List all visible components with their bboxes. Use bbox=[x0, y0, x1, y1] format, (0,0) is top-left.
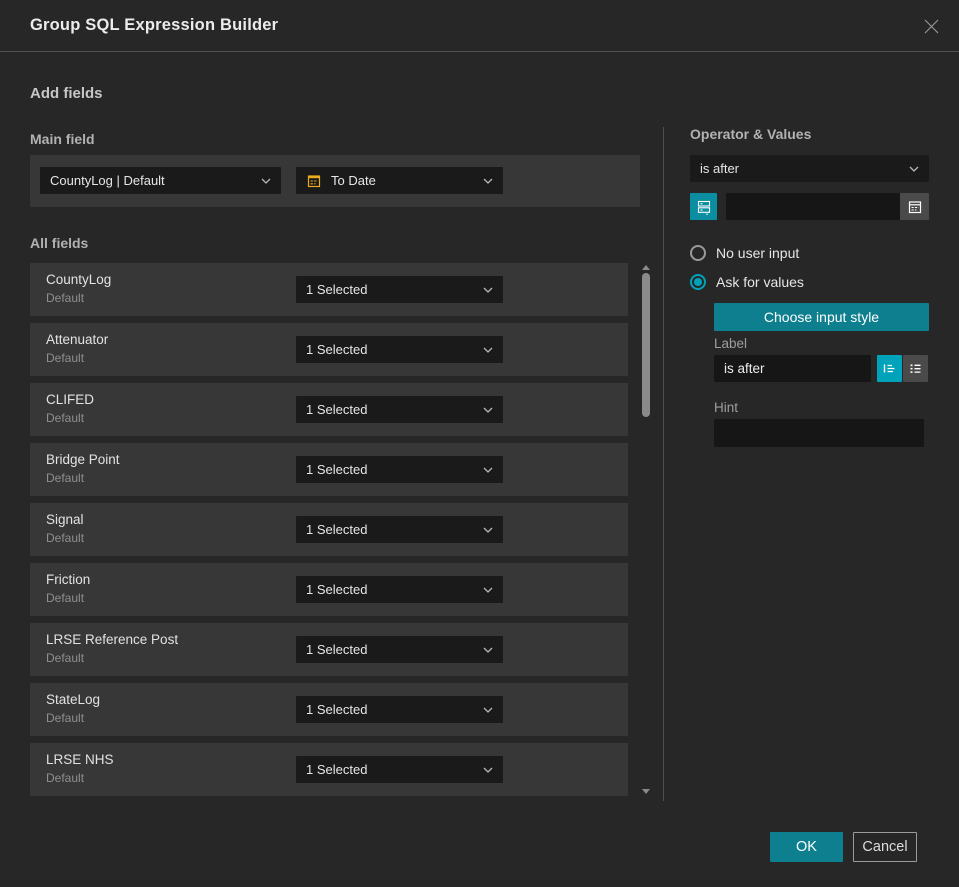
field-row: LRSE NHS Default 1 Selected bbox=[30, 743, 628, 796]
date-picker-button[interactable] bbox=[900, 193, 929, 220]
calendar-icon bbox=[306, 173, 322, 189]
chevron-down-icon bbox=[483, 767, 493, 773]
single-value-style-icon bbox=[883, 364, 895, 373]
chevron-down-icon bbox=[483, 347, 493, 353]
field-selection-value: 1 Selected bbox=[306, 702, 368, 717]
cancel-button[interactable]: Cancel bbox=[853, 832, 917, 862]
group-sql-expression-builder-dialog: Group SQL Expression Builder Add fields … bbox=[0, 0, 959, 887]
radio-label: Ask for values bbox=[716, 274, 804, 290]
field-row: StateLog Default 1 Selected bbox=[30, 683, 628, 736]
main-field-dropdown[interactable]: CountyLog | Default bbox=[40, 167, 281, 194]
field-row: LRSE Reference Post Default 1 Selected bbox=[30, 623, 628, 676]
field-selection-value: 1 Selected bbox=[306, 762, 368, 777]
radio-icon bbox=[690, 274, 706, 290]
chevron-down-icon bbox=[483, 467, 493, 473]
chevron-down-icon bbox=[483, 178, 493, 184]
operator-values-heading: Operator & Values bbox=[690, 126, 812, 142]
field-row: Friction Default 1 Selected bbox=[30, 563, 628, 616]
field-selection-value: 1 Selected bbox=[306, 402, 368, 417]
field-row: Attenuator Default 1 Selected bbox=[30, 323, 628, 376]
field-selection-dropdown[interactable]: 1 Selected bbox=[296, 396, 503, 423]
value-source-button[interactable] bbox=[690, 193, 717, 220]
field-row: CountyLog Default 1 Selected bbox=[30, 263, 628, 316]
field-selection-value: 1 Selected bbox=[306, 642, 368, 657]
radio-ask-for-values[interactable]: Ask for values bbox=[690, 274, 804, 290]
chevron-down-icon bbox=[909, 166, 919, 172]
field-selection-dropdown[interactable]: 1 Selected bbox=[296, 336, 503, 363]
field-selection-dropdown[interactable]: 1 Selected bbox=[296, 756, 503, 783]
list-scrollbar[interactable] bbox=[641, 263, 651, 796]
chevron-down-icon bbox=[483, 407, 493, 413]
value-input[interactable] bbox=[726, 193, 900, 220]
close-icon bbox=[924, 19, 938, 33]
field-selection-dropdown[interactable]: 1 Selected bbox=[296, 696, 503, 723]
field-row: Signal Default 1 Selected bbox=[30, 503, 628, 556]
choose-input-style-button[interactable]: Choose input style bbox=[714, 303, 929, 331]
dialog-titlebar: Group SQL Expression Builder bbox=[0, 0, 959, 52]
field-selection-dropdown[interactable]: 1 Selected bbox=[296, 516, 503, 543]
field-row: CLIFED Default 1 Selected bbox=[30, 383, 628, 436]
chevron-down-icon bbox=[483, 647, 493, 653]
all-fields-heading: All fields bbox=[30, 235, 89, 251]
field-selection-dropdown[interactable]: 1 Selected bbox=[296, 456, 503, 483]
scrollbar-thumb[interactable] bbox=[642, 273, 650, 417]
radio-icon bbox=[690, 245, 706, 261]
list-style-button[interactable] bbox=[903, 355, 928, 382]
panel-divider bbox=[663, 127, 664, 801]
stacked-input-icon bbox=[697, 200, 710, 215]
close-button[interactable] bbox=[919, 14, 943, 38]
operator-dropdown[interactable]: is after bbox=[690, 155, 929, 182]
ok-button[interactable]: OK bbox=[770, 832, 843, 862]
field-selection-value: 1 Selected bbox=[306, 582, 368, 597]
scrollbar-down-arrow-icon[interactable] bbox=[642, 789, 650, 794]
field-selection-value: 1 Selected bbox=[306, 282, 368, 297]
label-field-label: Label bbox=[714, 336, 748, 351]
main-field-panel: CountyLog | Default To Date bbox=[30, 155, 640, 207]
add-fields-heading: Add fields bbox=[30, 85, 103, 102]
dialog-title: Group SQL Expression Builder bbox=[30, 16, 279, 34]
field-row: Bridge Point Default 1 Selected bbox=[30, 443, 628, 496]
scrollbar-up-arrow-icon[interactable] bbox=[642, 265, 650, 270]
chevron-down-icon bbox=[483, 707, 493, 713]
chevron-down-icon bbox=[483, 527, 493, 533]
radio-no-user-input[interactable]: No user input bbox=[690, 245, 799, 261]
field-selection-value: 1 Selected bbox=[306, 342, 368, 357]
date-type-dropdown[interactable]: To Date bbox=[296, 167, 503, 194]
hint-field-label: Hint bbox=[714, 400, 739, 415]
date-type-dropdown-value: To Date bbox=[331, 173, 376, 188]
all-fields-list: CountyLog Default 1 Selected Attenuator … bbox=[30, 263, 628, 803]
field-selection-dropdown[interactable]: 1 Selected bbox=[296, 276, 503, 303]
main-field-heading: Main field bbox=[30, 131, 95, 147]
field-selection-dropdown[interactable]: 1 Selected bbox=[296, 576, 503, 603]
label-input[interactable] bbox=[714, 355, 871, 382]
chevron-down-icon bbox=[261, 178, 271, 184]
chevron-down-icon bbox=[483, 287, 493, 293]
list-style-icon bbox=[910, 364, 921, 373]
single-value-style-button[interactable] bbox=[877, 355, 902, 382]
main-field-dropdown-value: CountyLog | Default bbox=[50, 173, 165, 188]
operator-dropdown-value: is after bbox=[700, 161, 740, 176]
hint-input[interactable] bbox=[714, 419, 924, 447]
field-selection-value: 1 Selected bbox=[306, 522, 368, 537]
radio-label: No user input bbox=[716, 245, 800, 261]
input-style-toggle-group bbox=[877, 355, 928, 382]
calendar-icon bbox=[908, 200, 921, 213]
field-selection-value: 1 Selected bbox=[306, 462, 368, 477]
chevron-down-icon bbox=[483, 587, 493, 593]
field-selection-dropdown[interactable]: 1 Selected bbox=[296, 636, 503, 663]
